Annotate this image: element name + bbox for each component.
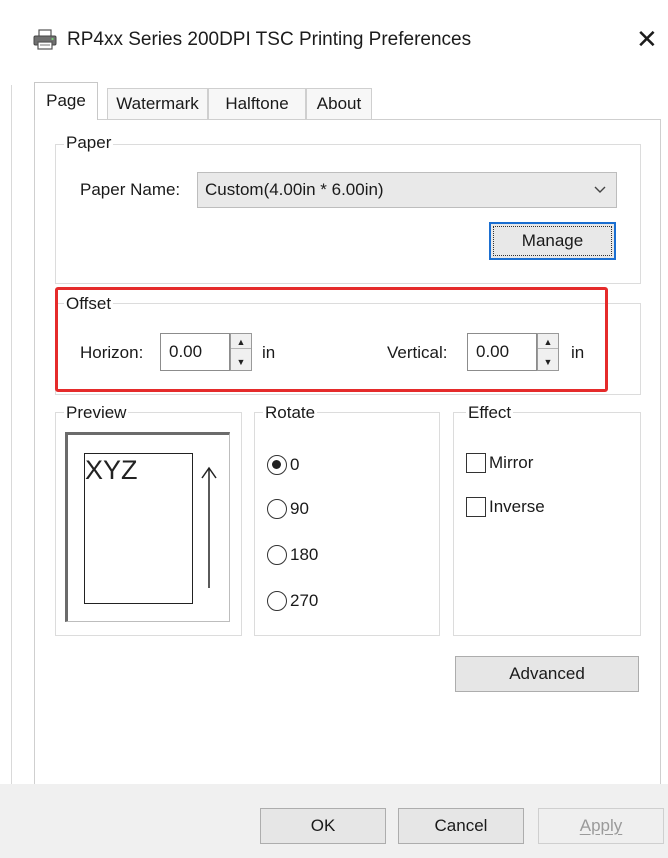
arrow-up-icon (199, 466, 219, 590)
rotate-group-label: Rotate (263, 403, 318, 423)
chevron-down-icon (594, 173, 606, 219)
paper-group-label: Paper (64, 133, 114, 153)
rotate-radio-0[interactable] (267, 455, 287, 475)
inverse-label: Inverse (489, 497, 545, 516)
advanced-button[interactable]: Advanced (455, 656, 639, 692)
paper-name-dropdown[interactable]: Custom(4.00in * 6.00in) (197, 172, 617, 208)
rotate-label-90: 90 (290, 499, 309, 518)
printing-preferences-dialog: RP4xx Series 200DPI TSC Printing Prefere… (0, 0, 668, 858)
apply-button[interactable]: Apply (538, 808, 664, 844)
printer-icon (33, 29, 57, 51)
tab-halftone[interactable]: Halftone (208, 88, 306, 119)
tab-page[interactable]: Page (34, 82, 98, 120)
ok-button[interactable]: OK (260, 808, 386, 844)
cancel-button[interactable]: Cancel (398, 808, 524, 844)
close-icon[interactable]: ✕ (636, 26, 658, 52)
manage-button[interactable]: Manage (489, 222, 616, 260)
rotate-label-0: 0 (290, 455, 300, 474)
rotate-radio-180[interactable] (267, 545, 287, 565)
title-bar: RP4xx Series 200DPI TSC Printing Prefere… (0, 0, 668, 82)
paper-group (55, 144, 641, 284)
rotate-label-180: 180 (290, 545, 319, 564)
preview-group-label: Preview (64, 403, 129, 423)
paper-name-value: Custom(4.00in * 6.00in) (205, 180, 384, 199)
mirror-label: Mirror (489, 453, 534, 472)
effect-group (453, 412, 641, 636)
paper-name-label: Paper Name: (80, 180, 181, 199)
rotate-label-270: 270 (290, 591, 319, 610)
offset-highlight-box (55, 287, 608, 392)
tab-watermark[interactable]: Watermark (107, 88, 208, 119)
effect-group-label: Effect (466, 403, 514, 423)
inverse-checkbox[interactable] (466, 497, 486, 517)
mirror-checkbox[interactable] (466, 453, 486, 473)
rotate-radio-90[interactable] (267, 499, 287, 519)
tab-about[interactable]: About (306, 88, 372, 119)
window-title: RP4xx Series 200DPI TSC Printing Prefere… (67, 29, 472, 50)
window-left-edge (11, 85, 12, 858)
preview-sample-text: XYZ (85, 455, 138, 485)
rotate-radio-270[interactable] (267, 591, 287, 611)
